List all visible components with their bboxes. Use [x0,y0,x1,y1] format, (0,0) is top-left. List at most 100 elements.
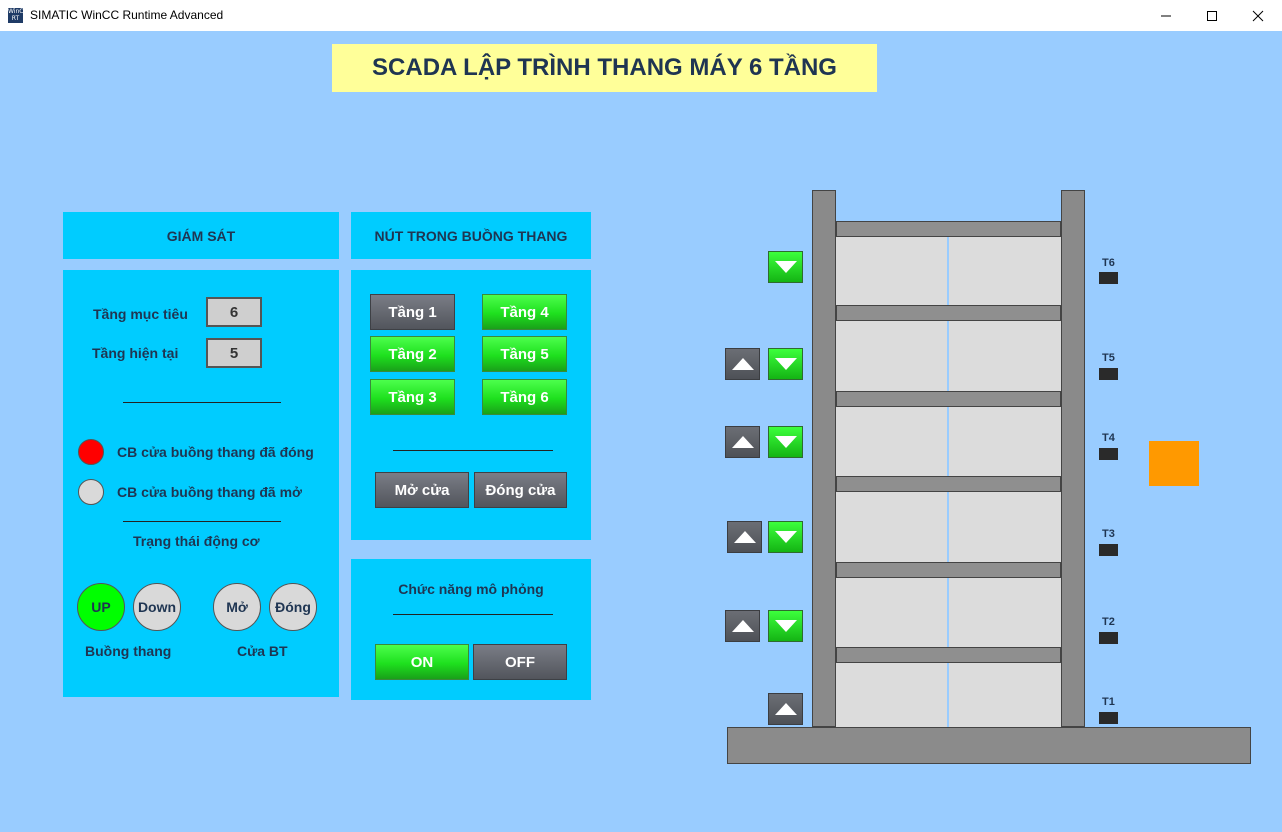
floor-cell [836,321,947,391]
door-close-indicator: Đóng [269,583,317,631]
down-arrow-icon [774,358,797,370]
shaft-left-wall [812,190,836,727]
minimize-icon [1161,15,1171,16]
floor-cell [949,578,1061,647]
shaft-right-wall [1061,190,1085,727]
call-up-t5-button[interactable] [725,348,760,380]
floor-cell [836,578,947,647]
current-floor-label: Tầng hiện tại [92,345,179,361]
floor-cell [836,492,947,562]
floor-3-button[interactable]: Tầng 3 [370,379,455,415]
floor-sensor-t5 [1099,368,1118,380]
floor-cell [949,407,1061,476]
divider [393,450,553,451]
floor-slab [836,647,1061,663]
floor-label-t2: T2 [1102,616,1115,628]
floor-cell [836,237,947,305]
call-down-t3-button[interactable] [768,521,803,553]
floor-cell [949,237,1061,305]
up-arrow-icon [774,703,797,715]
close-button[interactable] [1235,0,1281,31]
divider [123,402,281,403]
down-arrow-icon [774,261,797,273]
sim-off-button[interactable]: OFF [473,644,567,680]
down-indicator: Down [133,583,181,631]
floor-sensor-t2 [1099,632,1118,644]
call-down-t6-button[interactable] [768,251,803,283]
door-open-lamp [78,479,104,505]
floor-slab [836,221,1061,237]
open-door-button[interactable]: Mở cửa [375,472,469,508]
simulation-panel: Chức năng mô phỏng ON OFF [351,559,591,700]
maximize-button[interactable] [1189,0,1235,31]
call-up-t3-button[interactable] [727,521,762,553]
floor-sensor-t4 [1099,448,1118,460]
door-group-label: Cửa BT [237,643,288,659]
window-title: SIMATIC WinCC Runtime Advanced [30,8,224,22]
door-closed-lamp [78,439,104,465]
floor-cell [836,407,947,476]
ground-base [727,727,1251,764]
motor-status-label: Trạng thái động cơ [133,533,260,549]
monitor-panel: Tầng mục tiêu 6 Tầng hiện tại 5 CB cửa b… [63,270,339,697]
up-arrow-icon [731,620,754,632]
down-arrow-icon [774,531,797,543]
maximize-icon [1207,10,1217,21]
close-icon [1252,10,1264,21]
floor-cell [836,663,947,727]
minimize-button[interactable] [1143,0,1189,31]
sim-on-button[interactable]: ON [375,644,469,680]
door-closed-label: CB cửa buồng thang đã đóng [117,444,314,460]
floor-6-button[interactable]: Tầng 6 [482,379,567,415]
floor-4-button[interactable]: Tầng 4 [482,294,567,330]
floor-slab [836,476,1061,492]
call-up-t2-button[interactable] [725,610,760,642]
down-arrow-icon [774,436,797,448]
page-title: SCADA LẬP TRÌNH THANG MÁY 6 TẦNG [332,44,877,92]
floor-slab [836,391,1061,407]
floor-cell [949,663,1061,727]
up-arrow-icon [731,358,754,370]
target-floor-field: 6 [206,297,262,327]
elevator-cabin [1149,441,1199,486]
call-down-t2-button[interactable] [768,610,803,642]
floor-label-t5: T5 [1102,352,1115,364]
divider [393,614,553,615]
floor-cell [949,321,1061,391]
current-floor-field: 5 [206,338,262,368]
down-arrow-icon [774,620,797,632]
floor-label-t1: T1 [1102,696,1115,708]
call-up-t4-button[interactable] [725,426,760,458]
cabin-buttons-header: NÚT TRONG BUỒNG THANG [351,212,591,259]
floor-sensor-t1 [1099,712,1118,724]
call-down-t4-button[interactable] [768,426,803,458]
floor-cell [949,492,1061,562]
call-down-t5-button[interactable] [768,348,803,380]
target-floor-label: Tầng mục tiêu [93,306,188,322]
call-up-t1-button[interactable] [768,693,803,725]
floor-1-button[interactable]: Tầng 1 [370,294,455,330]
floor-sensor-t3 [1099,544,1118,556]
floor-sensor-t6 [1099,272,1118,284]
title-bar: WinCC RT SIMATIC WinCC Runtime Advanced [0,0,1282,32]
monitor-header: GIÁM SÁT [63,212,339,259]
floor-label-t6: T6 [1102,257,1115,269]
simulation-label: Chức năng mô phỏng [398,581,544,597]
up-arrow-icon [731,436,754,448]
cabin-group-label: Buồng thang [85,643,172,659]
floor-label-t4: T4 [1102,432,1115,444]
cabin-buttons-panel: Tầng 1 Tầng 2 Tầng 3 Tầng 4 Tầng 5 Tầng … [351,270,591,540]
floor-slab [836,562,1061,578]
door-open-indicator: Mở [213,583,261,631]
up-arrow-icon [733,531,756,543]
door-open-label: CB cửa buồng thang đã mở [117,484,302,500]
floor-label-t3: T3 [1102,528,1115,540]
close-door-button[interactable]: Đóng cửa [474,472,567,508]
hmi-screen: SCADA LẬP TRÌNH THANG MÁY 6 TẦNG GIÁM SÁ… [0,31,1282,832]
up-indicator: UP [77,583,125,631]
floor-2-button[interactable]: Tầng 2 [370,336,455,372]
floor-slab [836,305,1061,321]
wincc-logo-icon: WinCC RT [8,8,28,23]
floor-5-button[interactable]: Tầng 5 [482,336,567,372]
divider [123,521,281,522]
